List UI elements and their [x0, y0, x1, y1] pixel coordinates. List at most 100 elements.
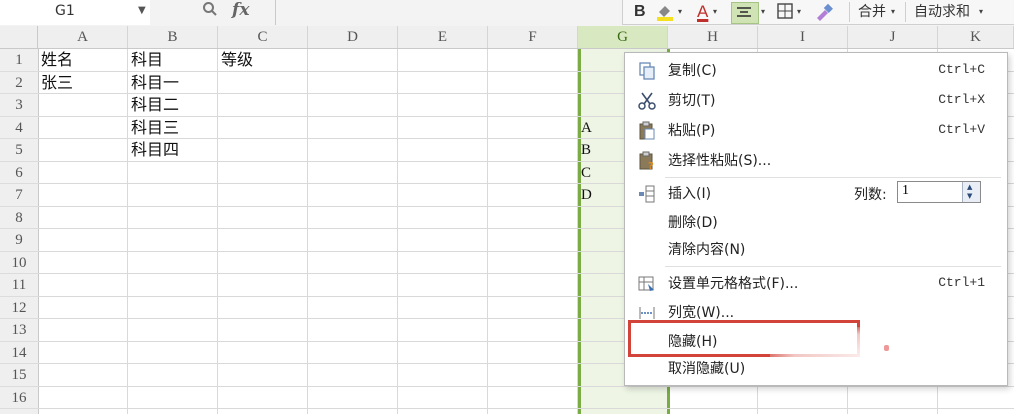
borders-dropdown-icon[interactable]: ▾: [797, 2, 801, 22]
menu-item-shortcut: Ctrl+V: [938, 122, 985, 137]
bold-button[interactable]: B: [634, 2, 646, 22]
row-header[interactable]: 16: [0, 387, 38, 409]
svg-text:?: ?: [648, 161, 654, 171]
menu-separator: [665, 266, 1001, 267]
menu-item-clear-contents[interactable]: 清除内容(N): [625, 237, 1007, 263]
font-color-dropdown-icon[interactable]: ▾: [713, 2, 717, 22]
menu-item-label: 粘贴(P): [668, 123, 716, 139]
menu-separator: [665, 177, 1001, 178]
name-box[interactable]: G1 ▼: [0, 0, 151, 25]
column-header-c[interactable]: C: [218, 26, 308, 48]
cell-g6[interactable]: C: [581, 162, 591, 184]
row-header[interactable]: 12: [0, 297, 38, 319]
grid-row-line: [38, 387, 1014, 409]
paste-special-icon: ?: [637, 151, 657, 172]
row-header[interactable]: 1: [0, 49, 38, 72]
menu-item-label: 复制(C): [668, 63, 717, 79]
menu-item-label: 剪切(T): [668, 93, 716, 109]
column-header-g[interactable]: G: [578, 26, 668, 48]
menu-item-shortcut: Ctrl+1: [938, 275, 985, 290]
row-header[interactable]: 3: [0, 94, 38, 117]
row-header[interactable]: 7: [0, 184, 38, 207]
menu-item-label: 列宽(W)...: [668, 305, 735, 321]
row-headers: 1 2 3 4 5 6 7 8 9 10 11 12 13 14 15 16: [0, 49, 39, 414]
column-width-icon: [637, 303, 657, 323]
menu-item-label: 设置单元格格式(F)...: [668, 276, 799, 292]
autosum-dropdown-icon[interactable]: ▾: [979, 2, 983, 22]
row-header[interactable]: 9: [0, 229, 38, 252]
column-header-k[interactable]: K: [938, 26, 1014, 48]
menu-item-format-cells[interactable]: 设置单元格格式(F)... Ctrl+1: [625, 271, 1007, 297]
select-all-corner[interactable]: [0, 26, 38, 48]
menu-item-copy[interactable]: 复制(C) Ctrl+C: [625, 58, 1007, 84]
row-header[interactable]: 8: [0, 207, 38, 229]
fx-icon[interactable]: fx: [232, 0, 249, 20]
copy-icon: [637, 61, 657, 81]
align-center-icon[interactable]: [731, 2, 759, 24]
column-header-j[interactable]: J: [848, 26, 938, 48]
menu-item-delete[interactable]: 删除(D): [625, 210, 1007, 236]
name-box-dropdown-icon[interactable]: ▼: [138, 5, 146, 16]
menu-item-shortcut: Ctrl+C: [938, 62, 985, 77]
cell-g4[interactable]: A: [581, 117, 592, 139]
zoom-icon[interactable]: [202, 1, 218, 21]
stepper-down-icon[interactable]: ▼: [967, 192, 972, 200]
column-header-a[interactable]: A: [38, 26, 128, 48]
menu-item-shortcut: Ctrl+X: [938, 92, 985, 107]
menu-item-insert[interactable]: 插入(I) 列数: 1 ▲ ▼: [625, 181, 1007, 207]
column-header-b[interactable]: B: [128, 26, 218, 48]
fill-color-dropdown-icon[interactable]: ▾: [678, 2, 682, 22]
menu-item-cut[interactable]: 剪切(T) Ctrl+X: [625, 88, 1007, 114]
column-count-stepper[interactable]: 1 ▲ ▼: [897, 181, 981, 203]
format-painter-icon[interactable]: [813, 2, 835, 22]
scissors-icon: [637, 91, 657, 111]
menu-item-label: 插入(I): [668, 186, 712, 202]
formula-bar-tools: fx: [150, 0, 276, 25]
column-header-h[interactable]: H: [668, 26, 758, 48]
cell-a2[interactable]: 张三: [41, 72, 73, 94]
column-header-f[interactable]: F: [488, 26, 578, 48]
cell-g5[interactable]: B: [581, 139, 591, 161]
fill-color-icon[interactable]: [655, 2, 677, 22]
insert-column-icon: [637, 184, 657, 204]
cell-b3[interactable]: 科目二: [131, 94, 179, 116]
merge-button[interactable]: 合并: [849, 2, 886, 22]
cell-g7[interactable]: D: [581, 184, 592, 206]
stepper-up-icon[interactable]: ▲: [967, 183, 972, 191]
cell-b2[interactable]: 科目一: [131, 72, 179, 94]
column-header-e[interactable]: E: [398, 26, 488, 48]
menu-item-paste-special[interactable]: ? 选择性粘贴(S)...: [625, 148, 1007, 174]
row-header[interactable]: 11: [0, 274, 38, 297]
row-header[interactable]: 15: [0, 364, 38, 387]
cell-c1[interactable]: 等级: [221, 49, 253, 71]
row-header[interactable]: 13: [0, 319, 38, 342]
cell-b1[interactable]: 科目: [131, 49, 163, 71]
menu-item-label: 隐藏(H): [668, 334, 718, 350]
cell-b5[interactable]: 科目四: [131, 139, 179, 161]
format-cells-icon: [637, 274, 657, 294]
menu-item-label: 清除内容(N): [668, 242, 746, 258]
merge-dropdown-icon[interactable]: ▾: [891, 2, 895, 22]
cell-a1[interactable]: 姓名: [41, 49, 73, 71]
row-header[interactable]: 10: [0, 252, 38, 274]
column-header-i[interactable]: I: [758, 26, 848, 48]
column-count-value[interactable]: 1: [902, 183, 909, 199]
row-header[interactable]: 5: [0, 139, 38, 162]
autosum-button[interactable]: 自动求和: [905, 2, 970, 22]
column-header-d[interactable]: D: [308, 26, 398, 48]
row-header[interactable]: 14: [0, 342, 38, 364]
row-header[interactable]: 6: [0, 162, 38, 184]
row-header[interactable]: 2: [0, 72, 38, 94]
cell-b4[interactable]: 科目三: [131, 117, 179, 139]
menu-item-paste[interactable]: 粘贴(P) Ctrl+V: [625, 118, 1007, 144]
stepper-buttons[interactable]: ▲ ▼: [962, 182, 980, 202]
align-dropdown-icon[interactable]: ▾: [761, 2, 765, 22]
font-color-button[interactable]: A: [697, 2, 708, 22]
menu-item-column-width[interactable]: 列宽(W)...: [625, 300, 1007, 326]
blurred-mark: [884, 345, 889, 351]
column-headers: A B C D E F G H I J K: [0, 26, 1014, 49]
borders-icon[interactable]: [775, 2, 795, 22]
menu-item-label: 删除(D): [668, 215, 718, 231]
row-header[interactable]: 4: [0, 117, 38, 139]
blurred-overlay: [770, 327, 990, 385]
